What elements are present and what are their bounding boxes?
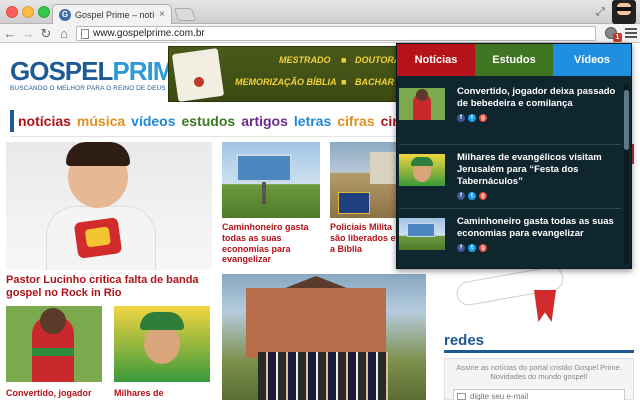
- facebook-share-icon[interactable]: f: [457, 192, 465, 200]
- extension-badge: 1: [613, 33, 622, 42]
- mail-icon: [457, 393, 466, 400]
- back-button[interactable]: ←: [2, 24, 18, 43]
- newsletter-box: Assine as notícias do portal cristão Gos…: [444, 358, 634, 400]
- redes-heading: redes: [444, 332, 485, 349]
- page-icon: [81, 28, 89, 39]
- jerusalem-crowd-image[interactable]: [114, 306, 210, 382]
- window-titlebar: G Gospel Prime – notícias gospel × ⤢: [0, 0, 640, 24]
- banner-text-bacharelado: BACHAR: [355, 77, 394, 87]
- item-title[interactable]: Caminhoneiro gasta todas as suas economi…: [457, 216, 619, 240]
- share-buttons: f t g: [457, 114, 487, 122]
- banner-separator: ■: [341, 77, 347, 87]
- minimize-window-button[interactable]: [22, 6, 34, 18]
- new-tab-button[interactable]: [173, 8, 197, 21]
- facebook-share-icon[interactable]: f: [457, 244, 465, 252]
- fullscreen-icon[interactable]: ⤢: [596, 6, 608, 18]
- item-title[interactable]: Convertido, jogador deixa passado de beb…: [457, 86, 619, 110]
- tab-videos[interactable]: Vídeos: [553, 44, 631, 76]
- twitter-share-icon[interactable]: t: [468, 192, 476, 200]
- url-text: www.gospelprime.com.br: [93, 28, 205, 39]
- nav-item-videos[interactable]: vídeos: [131, 113, 175, 129]
- popup-divider: [399, 208, 621, 209]
- google-plus-share-icon[interactable]: g: [479, 244, 487, 252]
- gospel-prime-extension-button[interactable]: 1: [604, 25, 622, 42]
- close-window-button[interactable]: [6, 6, 18, 18]
- browser-toolbar: ← → ↻ ⌂ www.gospelprime.com.br 1: [0, 24, 640, 43]
- billboard-article-image[interactable]: [222, 142, 320, 218]
- tab-title: Gospel Prime – notícias gospel: [75, 9, 155, 20]
- logo-gospel-text: GOSPEL: [10, 56, 113, 86]
- popup-item[interactable]: Milhares de evangélicos visitam Jerusalé…: [399, 152, 621, 210]
- logo-tagline: BUSCANDO O MELHOR PARA O REINO DE DEUS: [10, 85, 166, 92]
- redes-underline: [444, 350, 634, 353]
- nav-item-cifras[interactable]: cifras: [337, 113, 374, 129]
- nav-item-artigos[interactable]: artigos: [241, 113, 288, 129]
- address-bar[interactable]: www.gospelprime.com.br: [76, 26, 596, 41]
- ribbon-icon: [534, 290, 556, 322]
- reload-button[interactable]: ↻: [38, 24, 54, 43]
- twitter-share-icon[interactable]: t: [468, 114, 476, 122]
- nav-item-letras[interactable]: letras: [294, 113, 331, 129]
- tab-noticias[interactable]: Notícias: [397, 44, 475, 76]
- football-player-image[interactable]: [6, 306, 102, 382]
- item-thumbnail[interactable]: [399, 88, 445, 120]
- item-thumbnail[interactable]: [399, 154, 445, 186]
- diploma-scroll-icon: [171, 48, 225, 102]
- extension-popup: Notícias Estudos Vídeos Convertido, joga…: [396, 43, 632, 269]
- browser-menu-icon[interactable]: [625, 27, 637, 39]
- share-buttons: f t g: [457, 244, 487, 252]
- profile-avatar-icon[interactable]: [612, 0, 636, 24]
- google-plus-share-icon[interactable]: g: [479, 192, 487, 200]
- banner-text-mestrado: MESTRADO: [279, 55, 331, 65]
- popup-divider: [399, 144, 621, 145]
- banner-separator: ■: [341, 55, 347, 65]
- popup-item[interactable]: Convertido, jogador deixa passado de beb…: [399, 86, 621, 144]
- mansion-group-photo[interactable]: [222, 274, 426, 400]
- tab-estudos[interactable]: Estudos: [475, 44, 553, 76]
- close-tab-icon[interactable]: ×: [159, 9, 165, 20]
- jerusalem-article-headline[interactable]: Milhares de: [114, 388, 214, 399]
- hero-article-image[interactable]: [6, 142, 212, 270]
- forward-button[interactable]: →: [20, 24, 36, 43]
- course-banner-ad[interactable]: MESTRADO ■ DOUTORA MEMORIZAÇÃO BÍBLIA ■ …: [168, 46, 408, 102]
- share-buttons: f t g: [457, 192, 487, 200]
- popup-scrollbar[interactable]: [624, 84, 629, 264]
- item-thumbnail[interactable]: [399, 218, 445, 250]
- browser-tab[interactable]: G Gospel Prime – notícias gospel ×: [52, 4, 172, 24]
- diploma-ad[interactable]: [440, 264, 636, 330]
- billboard-article-headline[interactable]: Caminhoneiro gasta todas as suas economi…: [222, 222, 324, 265]
- newsletter-text: Assine as notícias do portal cristão Gos…: [456, 363, 622, 381]
- popup-item[interactable]: Caminhoneiro gasta todas as suas economi…: [399, 216, 621, 274]
- hero-article-headline[interactable]: Pastor Lucinho critica falta de banda go…: [6, 274, 216, 300]
- zoom-window-button[interactable]: [38, 6, 50, 18]
- category-nav: notícias música vídeos estudos artigos l…: [10, 110, 447, 132]
- site-logo[interactable]: GOSPELPRIME BUSCANDO O MELHOR PARA O REI…: [10, 56, 191, 92]
- football-article-headline[interactable]: Convertido, jogador: [6, 388, 106, 399]
- nav-item-noticias[interactable]: notícias: [18, 113, 71, 129]
- nav-item-musica[interactable]: música: [77, 113, 125, 129]
- newsletter-email-input[interactable]: [453, 389, 625, 400]
- nav-item-estudos[interactable]: estudos: [182, 113, 236, 129]
- facebook-share-icon[interactable]: f: [457, 114, 465, 122]
- banner-text-memorizacao: MEMORIZAÇÃO BÍBLIA: [235, 77, 337, 87]
- item-title[interactable]: Milhares de evangélicos visitam Jerusalé…: [457, 152, 619, 188]
- google-plus-share-icon[interactable]: g: [479, 114, 487, 122]
- police-article-headline[interactable]: Policiais Milita são liberados e a Bíbli…: [330, 222, 396, 254]
- twitter-share-icon[interactable]: t: [468, 244, 476, 252]
- home-button[interactable]: ⌂: [56, 24, 72, 43]
- popup-tab-bar: Notícias Estudos Vídeos: [397, 44, 631, 76]
- banner-text-doutorado: DOUTORA: [355, 55, 401, 65]
- gospel-prime-favicon-icon: G: [59, 8, 71, 21]
